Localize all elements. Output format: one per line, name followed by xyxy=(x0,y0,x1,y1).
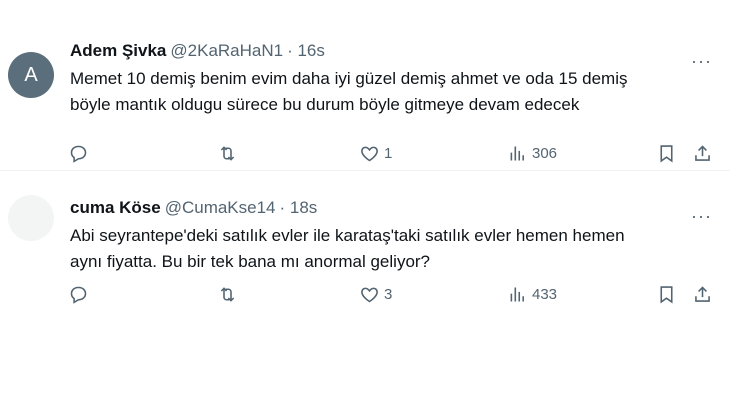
tweet[interactable]: A ··· Adem Şivka @2KaRaHaN1 · 16s Memet … xyxy=(0,0,730,170)
retweet-button[interactable] xyxy=(217,143,238,164)
tweet[interactable]: ··· cuma Köse @CumaKse14 · 18s Abi seyra… xyxy=(0,170,730,320)
action-bar: 1 306 xyxy=(68,143,714,167)
like-button[interactable]: 3 xyxy=(359,284,392,305)
share-icon xyxy=(695,145,710,161)
tweet-text-line: Memet 10 demiş benim evim daha iyi güzel… xyxy=(70,69,628,88)
like-count: 1 xyxy=(384,145,393,162)
tweet-text: Memet 10 demiş benim evim daha iyi güzel… xyxy=(70,66,720,118)
views-icon xyxy=(510,287,524,302)
display-name[interactable]: cuma Köse xyxy=(70,197,161,219)
retweet-button[interactable] xyxy=(217,284,238,305)
user-handle[interactable]: @2KaRaHaN1 xyxy=(170,40,283,62)
tweet-text-line: aynı fiyatta. Bu bir tek bana mı anormal… xyxy=(70,252,431,271)
tweet-header: cuma Köse @CumaKse14 · 18s xyxy=(70,197,714,219)
view-count: 433 xyxy=(532,286,558,303)
display-name[interactable]: Adem Şivka xyxy=(70,40,166,62)
heart-icon xyxy=(361,287,378,303)
bookmark-button[interactable] xyxy=(656,284,677,305)
tweet-text-line: Abi seyrantepe'deki satılık evler ile ka… xyxy=(70,226,625,245)
views-icon xyxy=(510,146,524,161)
heart-icon xyxy=(361,146,378,162)
bookmark-icon xyxy=(660,286,673,304)
views-button[interactable]: 306 xyxy=(507,143,557,164)
tweet-time[interactable]: · 16s xyxy=(287,40,325,62)
avatar[interactable]: A xyxy=(8,52,54,98)
more-options-button[interactable]: ··· xyxy=(691,207,712,225)
like-button[interactable]: 1 xyxy=(359,143,392,164)
retweet-icon xyxy=(220,287,235,302)
reply-icon xyxy=(70,286,87,304)
tweet-header: Adem Şivka @2KaRaHaN1 · 16s xyxy=(70,40,714,62)
reply-button[interactable] xyxy=(68,284,89,305)
tweet-text: Abi seyrantepe'deki satılık evler ile ka… xyxy=(70,223,720,275)
share-button[interactable] xyxy=(692,284,713,305)
view-count: 306 xyxy=(532,145,558,162)
like-count: 3 xyxy=(384,286,393,303)
share-icon xyxy=(695,286,710,302)
reply-button[interactable] xyxy=(68,143,89,164)
avatar[interactable] xyxy=(8,195,54,241)
bookmark-button[interactable] xyxy=(656,143,677,164)
bookmark-icon xyxy=(660,145,673,163)
reply-icon xyxy=(70,145,87,163)
tweet-text-line: böyle mantık oldugu sürece bu durum böyl… xyxy=(70,95,580,114)
more-options-button[interactable]: ··· xyxy=(691,52,712,70)
retweet-icon xyxy=(220,146,235,161)
views-button[interactable]: 433 xyxy=(507,284,557,305)
action-bar: 3 433 xyxy=(68,284,714,308)
share-button[interactable] xyxy=(692,143,713,164)
tweet-time[interactable]: · 18s xyxy=(280,197,318,219)
avatar-letter: A xyxy=(24,63,38,86)
user-handle[interactable]: @CumaKse14 xyxy=(165,197,276,219)
